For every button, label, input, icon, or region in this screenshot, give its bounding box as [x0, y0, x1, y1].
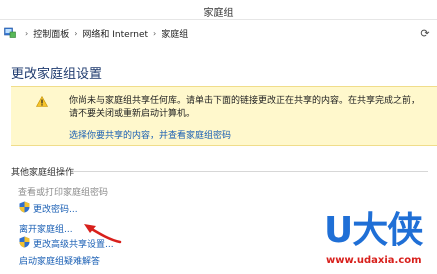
- notice-banner: 你尚未与家庭组共享任何库。请单击下面的链接更改正在共享的内容。在共享完成之前，请…: [11, 86, 437, 146]
- warning-icon: [36, 96, 48, 107]
- change-password-link[interactable]: 更改密码...: [33, 202, 78, 215]
- breadcrumb-network-internet[interactable]: 网络和 Internet: [82, 27, 148, 40]
- page-title: 更改家庭组设置: [11, 67, 103, 82]
- other-actions-heading: 其他家庭组操作: [11, 168, 75, 178]
- breadcrumb: › 控制面板 › 网络和 Internet › 家庭组: [20, 27, 188, 40]
- address-bar[interactable]: › 控制面板 › 网络和 Internet › 家庭组 ⟳: [0, 22, 437, 44]
- udaxia-watermark: U大侠 www.udaxia.com: [324, 209, 434, 273]
- view-print-password-link: 查看或打印家庭组密码: [18, 188, 109, 198]
- control-panel-icon: [4, 27, 16, 38]
- choose-share-content-link[interactable]: 选择你要共享的内容，并查看家庭组密码: [69, 128, 231, 141]
- watermark-url: www.udaxia.com: [326, 255, 422, 266]
- breadcrumb-separator[interactable]: ›: [74, 29, 77, 38]
- notice-message: 你尚未与家庭组共享任何库。请单击下面的链接更改正在共享的内容。在共享完成之前，请…: [69, 96, 421, 119]
- uac-shield-icon: [19, 236, 30, 248]
- breadcrumb-separator[interactable]: ›: [153, 29, 156, 38]
- breadcrumb-homegroup[interactable]: 家庭组: [161, 27, 188, 40]
- watermark-logo: U大侠: [324, 210, 423, 251]
- breadcrumb-separator: ›: [25, 29, 29, 38]
- window-title: 家庭组: [203, 8, 234, 19]
- leave-homegroup-link[interactable]: 离开家庭组...: [19, 222, 73, 235]
- refresh-icon[interactable]: ⟳: [417, 25, 433, 41]
- title-bar: 家庭组: [0, 0, 437, 20]
- breadcrumb-control-panel[interactable]: 控制面板: [33, 27, 69, 40]
- section-divider: [73, 171, 428, 172]
- uac-shield-icon: [19, 201, 30, 213]
- red-arrow-annotation: [84, 224, 122, 244]
- homegroup-troubleshooter-link[interactable]: 启动家庭组疑难解答: [19, 254, 100, 267]
